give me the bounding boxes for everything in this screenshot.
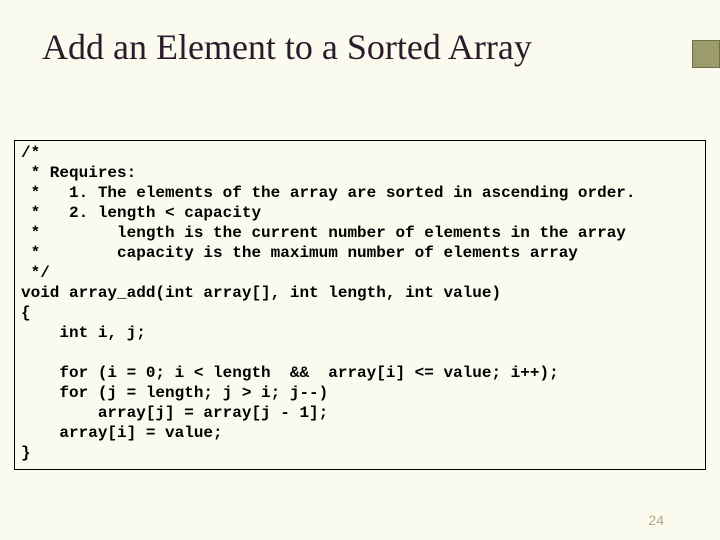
corner-decoration (692, 40, 720, 68)
code-box: /* * Requires: * 1. The elements of the … (14, 140, 706, 470)
code-block: /* * Requires: * 1. The elements of the … (21, 143, 699, 463)
slide-title: Add an Element to a Sorted Array (42, 26, 532, 68)
slide: Add an Element to a Sorted Array /* * Re… (0, 0, 720, 540)
page-number: 24 (648, 512, 664, 528)
